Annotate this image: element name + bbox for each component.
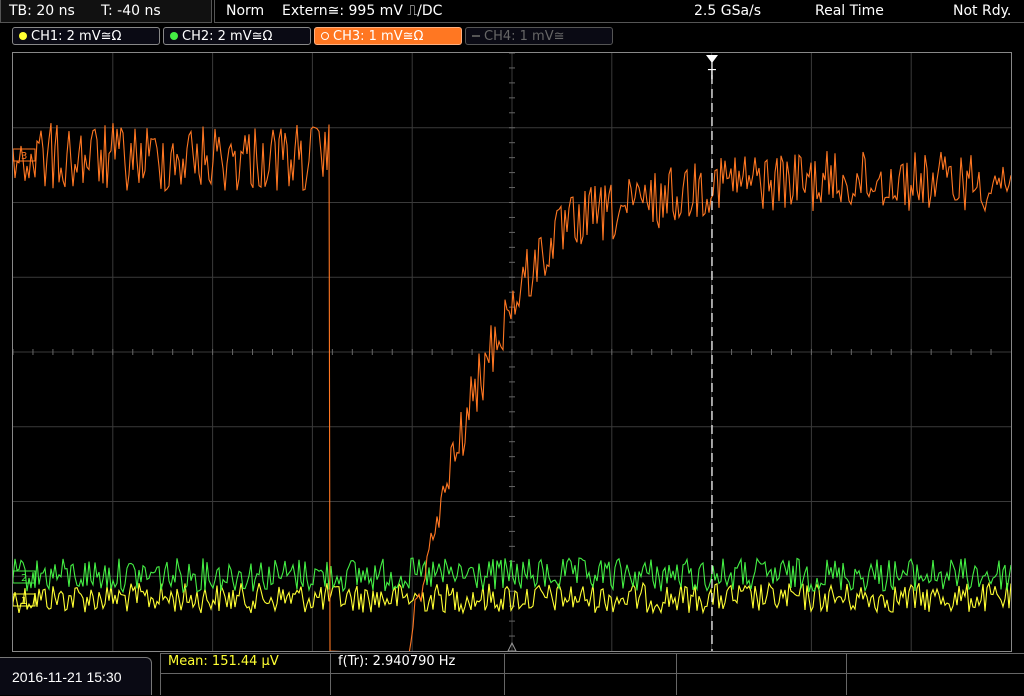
meas-top-border (160, 653, 1024, 654)
ch1-label: CH1: 2 mV≅Ω (31, 29, 122, 44)
channel-bar: CH1: 2 mV≅Ω CH2: 2 mV≅Ω CH3: 1 mV≅Ω CH4:… (0, 24, 1024, 50)
channel-3-button[interactable]: CH3: 1 mV≅Ω (314, 27, 462, 45)
frequency-measurement[interactable]: f(Tr): 2.940790 Hz (338, 653, 455, 673)
waveform-display[interactable]: T 3 2 1 (12, 52, 1012, 652)
meas-div-4 (846, 653, 847, 695)
graticule (13, 53, 1011, 651)
ch3-color-icon (321, 32, 329, 40)
date-time: 2016-11-21 15:30 (0, 657, 152, 695)
timebase-readout: TB: 20 ns (9, 3, 75, 19)
ch4-off-icon (472, 35, 480, 37)
ch3-label: CH3: 1 mV≅Ω (333, 29, 424, 44)
ch2-label: CH2: 2 mV≅Ω (182, 29, 273, 44)
ch3-marker-text: 3 (21, 151, 27, 162)
ch2-marker-text: 2 (21, 573, 27, 584)
ch4-label: CH4: 1 mV≅ (484, 29, 565, 44)
ch2-color-icon (170, 32, 178, 40)
trigger-marker-label: T (707, 68, 716, 83)
meas-mid-border (160, 673, 1024, 674)
meas-div-1 (330, 653, 331, 695)
meas-left-border (160, 653, 161, 695)
mean-measurement[interactable]: Mean: 151.44 µV (168, 653, 279, 673)
trigger-arrow-icon[interactable] (706, 55, 718, 63)
channel-2-button[interactable]: CH2: 2 mV≅Ω (163, 27, 311, 45)
timebase-box[interactable]: TB: 20 ns T: -40 ns (0, 0, 212, 23)
waveform-svg: T 3 2 1 (13, 53, 1011, 651)
measurement-bar: 2016-11-21 15:30 Mean: 151.44 µV f(Tr): … (0, 653, 1024, 695)
trigger-time-readout: T: -40 ns (101, 3, 161, 19)
meas-div-2 (504, 653, 505, 695)
channel-4-button[interactable]: CH4: 1 mV≅ (465, 27, 613, 45)
status-bar: TB: 20 ns T: -40 ns Norm Extern≅: 995 mV… (0, 0, 1024, 24)
meas-div-3 (676, 653, 677, 695)
ch1-color-icon (19, 32, 27, 40)
header-divider (214, 0, 1024, 23)
ch1-marker-text: 1 (21, 596, 27, 607)
channel-1-button[interactable]: CH1: 2 mV≅Ω (12, 27, 160, 45)
